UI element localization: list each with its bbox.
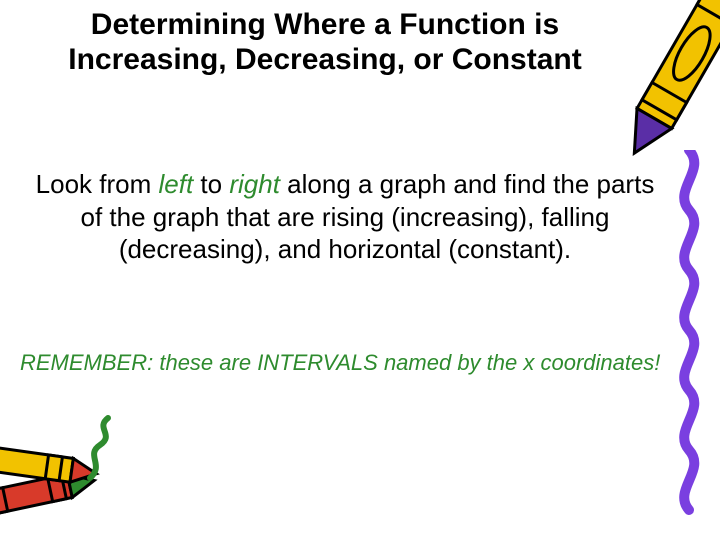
body-left-word: left [159, 169, 194, 199]
body-seg-1: Look from [36, 169, 159, 199]
squiggle-icon [667, 150, 712, 520]
crayons-icon [0, 410, 130, 530]
slide-title: Determining Where a Function is Increasi… [40, 8, 610, 77]
remember-seg-1: REMEMBER: these are INTERVALS named by t… [20, 350, 523, 375]
body-right-word: right [229, 169, 280, 199]
slide: Determining Where a Function is Increasi… [0, 0, 720, 540]
slide-body: Look from left to right along a graph an… [30, 168, 660, 266]
remember-x: x [523, 350, 534, 375]
remember-note: REMEMBER: these are INTERVALS named by t… [20, 350, 700, 376]
remember-seg-2: coordinates! [541, 350, 661, 375]
title-text: Determining Where a Function is Increasi… [68, 8, 581, 76]
body-seg-2: to [200, 169, 229, 199]
